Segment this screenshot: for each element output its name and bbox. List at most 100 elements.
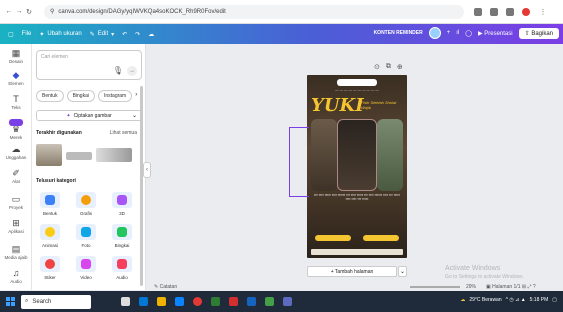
recent-item[interactable] — [36, 144, 62, 166]
zoom-value[interactable]: 29% — [466, 284, 476, 290]
poster-subheadline[interactable]: Fisik Setelah Sholat Wajib — [361, 100, 405, 110]
panel-scrollbar[interactable] — [140, 86, 143, 286]
taskbar-search[interactable]: ⌕ Search — [21, 294, 91, 309]
avatar[interactable] — [428, 27, 441, 39]
download-icon[interactable] — [506, 7, 514, 16]
chips-next-icon[interactable]: › — [135, 90, 137, 102]
design-page[interactable]: — — — — — — — — — — YUKI Fisik Setelah S… — [307, 75, 407, 258]
rail-item-brand[interactable]: ♛ Merek — [0, 116, 32, 140]
category-audio[interactable]: Audio — [108, 256, 136, 280]
clock[interactable]: 5:18 PM — [530, 297, 549, 303]
chevron-down-icon[interactable]: ⌄ — [132, 112, 137, 119]
recent-heading: Terakhir digunakan — [36, 130, 82, 136]
poster-photo[interactable] — [377, 119, 403, 191]
resize-button[interactable]: ✦ Ubah ukuran — [39, 31, 81, 38]
notifications-icon[interactable]: ▢ — [552, 297, 557, 303]
rail-item-design[interactable]: ▦ Desain — [0, 48, 32, 64]
file-menu[interactable]: File — [22, 31, 32, 37]
topbar-right: KONTEN REMINDER + ıl ◯ ▶ Presentasi ⇧ Ba… — [374, 27, 559, 39]
category-videos[interactable]: Video — [72, 256, 100, 280]
rail-item-projects[interactable]: ▭ Proyek — [0, 194, 32, 210]
rail-item-uploads[interactable]: ☁ Unggahan — [0, 144, 32, 160]
tray-icons[interactable]: ^ ◷ ⊿ ▲ — [506, 297, 526, 303]
word-icon[interactable] — [247, 297, 256, 306]
task-view-icon[interactable] — [121, 297, 130, 306]
selection-outline[interactable] — [289, 127, 309, 197]
rail-label: Media ajaib — [4, 255, 28, 260]
generate-label: Ciptakan gambar — [73, 112, 112, 119]
site-info-icon[interactable]: ⚲ — [50, 8, 54, 15]
comment-icon[interactable]: ◯ — [465, 30, 472, 37]
bookmark-icon[interactable] — [490, 7, 498, 16]
undo-icon[interactable]: ↶ — [122, 31, 127, 38]
pages-button[interactable]: ▣ Halaman 1/1 ⊞ ⤢ ? — [486, 284, 536, 290]
3d-icon — [112, 192, 132, 208]
poster-photo[interactable] — [337, 119, 377, 191]
category-frames[interactable]: Bingkai — [108, 224, 136, 248]
see-all-link[interactable]: Lihat semua — [110, 130, 137, 136]
search-submit-icon[interactable]: → — [127, 66, 137, 76]
app-icon[interactable] — [283, 297, 292, 306]
weather-text[interactable]: 29°C Berawan — [469, 297, 501, 303]
profile-icon[interactable] — [522, 7, 530, 16]
rail-item-text[interactable]: T Teks — [0, 94, 32, 110]
category-graphics[interactable]: Grafis — [72, 192, 100, 216]
present-label: Presentasi — [484, 30, 513, 37]
reload-icon[interactable]: ↻ — [24, 8, 34, 16]
rail-item-draw[interactable]: ✐ Alat — [0, 168, 32, 184]
forward-icon[interactable]: → — [14, 8, 24, 15]
duplicate-page-icon[interactable]: ⧉ — [386, 63, 391, 71]
redo-icon[interactable]: ↷ — [135, 31, 140, 38]
add-page-icon[interactable]: ⊕ — [397, 63, 403, 71]
share-button[interactable]: ⇧ Bagikan — [518, 27, 559, 39]
category-shapes[interactable]: Bentuk — [36, 192, 64, 216]
poster-headline[interactable]: YUKI — [311, 95, 364, 116]
zoom-slider[interactable] — [410, 286, 460, 288]
windows-start-icon[interactable] — [6, 297, 15, 306]
address-bar[interactable]: ⚲ canva.com/design/DAGy/yqIWVKQa4soKOCK_… — [44, 4, 464, 19]
edit-menu[interactable]: ✎ Edit ▾ — [90, 31, 114, 38]
home-icon[interactable]: ▢ — [8, 31, 14, 38]
powerpoint-icon[interactable] — [229, 297, 238, 306]
graphics-icon — [76, 192, 96, 208]
add-collaborator-icon[interactable]: + — [447, 30, 451, 36]
notes-button[interactable]: ✎ Catatan — [154, 284, 177, 290]
rail-item-elements[interactable]: ◆ Elemen — [0, 70, 32, 86]
search-input[interactable]: Cari elemen 🎙 → — [36, 50, 142, 80]
insights-icon[interactable]: ıl — [456, 30, 459, 36]
file-explorer-icon[interactable] — [157, 297, 166, 306]
add-page-button[interactable]: + Tambah halaman — [307, 266, 397, 277]
recent-item[interactable] — [96, 148, 132, 162]
whatsapp-icon[interactable] — [265, 297, 274, 306]
address-text: canva.com/design/DAGy/yqIWVKQa4soKOCK_Rh… — [58, 8, 226, 15]
add-page-dropdown[interactable]: ⌄ — [398, 266, 407, 277]
category-photos[interactable]: Foto — [72, 224, 100, 248]
design-title[interactable]: KONTEN REMINDER — [374, 30, 423, 36]
lock-icon[interactable]: ⊙ — [374, 63, 380, 71]
search-page-icon[interactable] — [474, 7, 482, 16]
rail-item-audio[interactable]: ♫ Audio — [0, 268, 32, 284]
present-button[interactable]: ▶ Presentasi — [478, 30, 513, 37]
taskbar-app-icon[interactable] — [139, 297, 148, 306]
back-icon[interactable]: ← — [4, 8, 14, 15]
browser-toolbar: ← → ↻ ⚲ canva.com/design/DAGy/yqIWVKQa4s… — [0, 0, 563, 24]
edge-icon[interactable] — [175, 297, 184, 306]
recent-item[interactable] — [66, 152, 92, 160]
category-stickers[interactable]: Stiker — [36, 256, 64, 280]
activation-watermark: Activate Windows Go to Settings to activ… — [445, 264, 524, 282]
categories-heading: Telusuri kategori — [36, 178, 76, 184]
poster-photo[interactable] — [311, 119, 337, 191]
rail-item-magic-media[interactable]: ▤ Media ajaib — [0, 244, 32, 260]
category-3d[interactable]: 3D — [108, 192, 136, 216]
chrome-icon[interactable] — [193, 297, 202, 306]
microphone-icon[interactable]: 🎙 — [113, 66, 123, 75]
category-animation[interactable]: Animasi — [36, 224, 64, 248]
collapse-panel-button[interactable]: ‹ — [143, 162, 151, 178]
browser-menu-icon[interactable]: ⋮ — [538, 8, 548, 16]
chip-shapes[interactable]: Bentuk — [36, 90, 64, 102]
chip-frames[interactable]: Bingkai — [66, 90, 95, 102]
chip-instagram[interactable]: Instagram — [97, 90, 133, 102]
excel-icon[interactable] — [211, 297, 220, 306]
rail-item-apps[interactable]: ⊞ Aplikasi — [0, 218, 32, 234]
generate-image-button[interactable]: ✦ Ciptakan gambar ⌄ — [36, 110, 142, 121]
